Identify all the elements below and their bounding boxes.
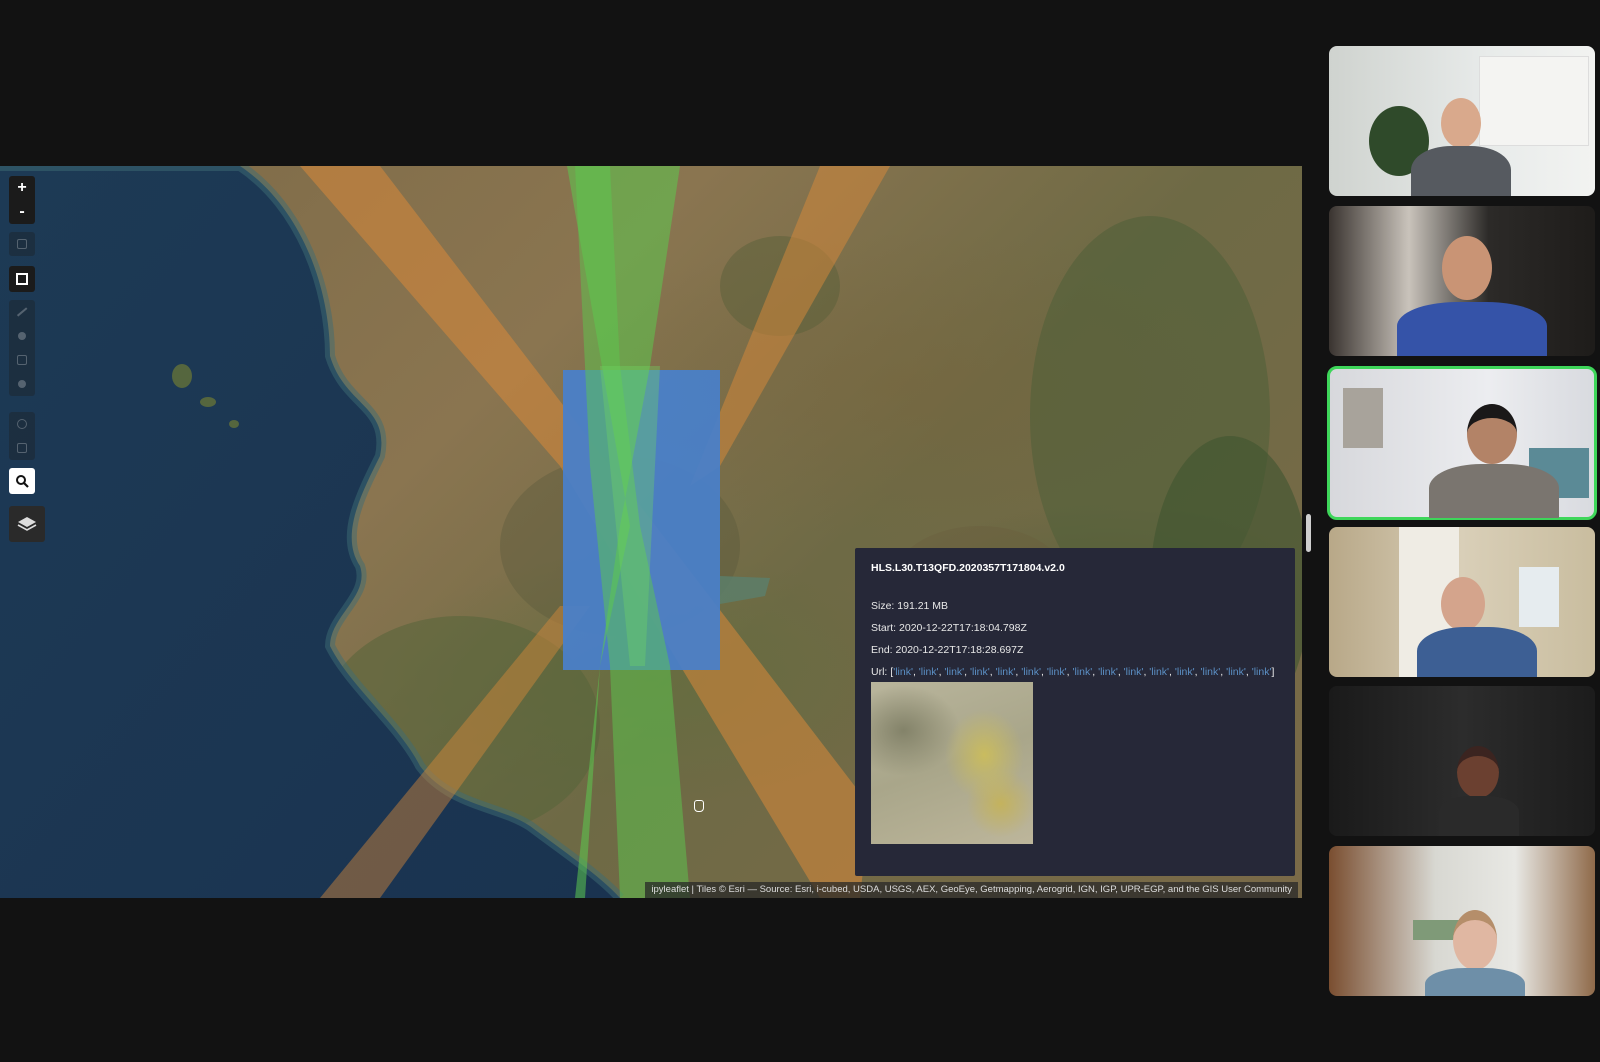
window: [1519, 567, 1559, 627]
square-icon: [16, 273, 28, 285]
avatar: [1442, 236, 1492, 300]
trash-icon[interactable]: [9, 436, 35, 460]
hand-cursor-icon: [694, 800, 704, 812]
marker-icon[interactable]: [9, 372, 35, 396]
url-link[interactable]: 'link': [1201, 666, 1221, 678]
participant-tile-4[interactable]: [1329, 527, 1595, 677]
url-link[interactable]: 'link': [1175, 666, 1195, 678]
granule-thumbnail: [871, 682, 1033, 844]
avatar: [1453, 910, 1497, 970]
url-link[interactable]: 'link': [970, 666, 990, 678]
participant-tile-5[interactable]: [1329, 686, 1595, 836]
zoom-in-button[interactable]: +: [9, 176, 35, 200]
participant-body: [1425, 968, 1525, 996]
url-link[interactable]: 'link': [1047, 666, 1067, 678]
url-link[interactable]: 'link': [1021, 666, 1041, 678]
rectangle-draw-button[interactable]: [9, 266, 35, 292]
url-link[interactable]: 'link': [919, 666, 939, 678]
polygon-icon[interactable]: [9, 324, 35, 348]
url-link[interactable]: 'link': [1149, 666, 1169, 678]
granule-title: HLS.L30.T13QFD.2020357T171804.v2.0: [871, 562, 1065, 574]
start-row: Start: 2020-12-22T17:18:04.798Z: [871, 622, 1027, 634]
url-row: Url: ['link', 'link', 'link', 'link', 'l…: [871, 666, 1275, 678]
wall-photo: [1343, 388, 1383, 448]
url-link[interactable]: 'link': [1252, 666, 1272, 678]
layers-icon: [17, 517, 37, 531]
avatar: [1467, 404, 1517, 464]
search-button[interactable]: [9, 468, 35, 494]
participant-tile-6[interactable]: [1329, 846, 1595, 996]
url-links: 'link', 'link', 'link', 'link', 'link', …: [893, 666, 1272, 678]
participant-body: [1429, 464, 1559, 518]
map-attribution: ipyleaflet | Tiles © Esri — Source: Esri…: [645, 882, 1298, 898]
start-value: 2020-12-22T17:18:04.798Z: [899, 622, 1027, 634]
avatar: [1441, 577, 1485, 631]
participant-tile-3[interactable]: [1327, 366, 1597, 520]
participant-body: [1417, 627, 1537, 677]
participant-body: [1397, 302, 1547, 356]
url-link[interactable]: 'link': [1072, 666, 1092, 678]
size-value: 191.21 MB: [897, 600, 949, 612]
polyline-icon[interactable]: [9, 300, 35, 324]
search-icon: [16, 475, 29, 488]
url-link[interactable]: 'link': [1098, 666, 1118, 678]
participant-body: [1411, 146, 1511, 196]
participant-tile-1[interactable]: [1329, 46, 1595, 196]
participant-tile-2[interactable]: [1329, 206, 1595, 356]
url-link[interactable]: 'link': [1124, 666, 1144, 678]
draw-toolbar: [9, 232, 35, 256]
size-row: Size: 191.21 MB: [871, 600, 949, 612]
edit-tools: [9, 412, 35, 460]
avatar: [1457, 746, 1499, 798]
end-row: End: 2020-12-22T17:18:28.697Z: [871, 644, 1024, 656]
map-view[interactable]: + - HLS.L30.T13QFD.2020357T171804.v2.0 S: [0, 166, 1302, 898]
url-link[interactable]: 'link': [996, 666, 1016, 678]
scrollbar[interactable]: [1306, 514, 1311, 552]
fullscreen-icon[interactable]: [9, 232, 35, 256]
participant-body: [1439, 796, 1519, 836]
whiteboard: [1479, 56, 1589, 146]
avatar: [1441, 98, 1481, 148]
draw-tools: [9, 300, 35, 396]
rectangle-icon[interactable]: [9, 348, 35, 372]
url-link[interactable]: 'link': [893, 666, 913, 678]
zoom-control: + -: [9, 176, 35, 224]
end-value: 2020-12-22T17:18:28.697Z: [895, 644, 1024, 656]
edit-icon[interactable]: [9, 412, 35, 436]
zoom-out-button[interactable]: -: [9, 200, 35, 224]
layers-button[interactable]: [9, 506, 45, 542]
url-link[interactable]: 'link': [1226, 666, 1246, 678]
granule-popup: HLS.L30.T13QFD.2020357T171804.v2.0 Size:…: [855, 548, 1295, 876]
url-link[interactable]: 'link': [944, 666, 964, 678]
